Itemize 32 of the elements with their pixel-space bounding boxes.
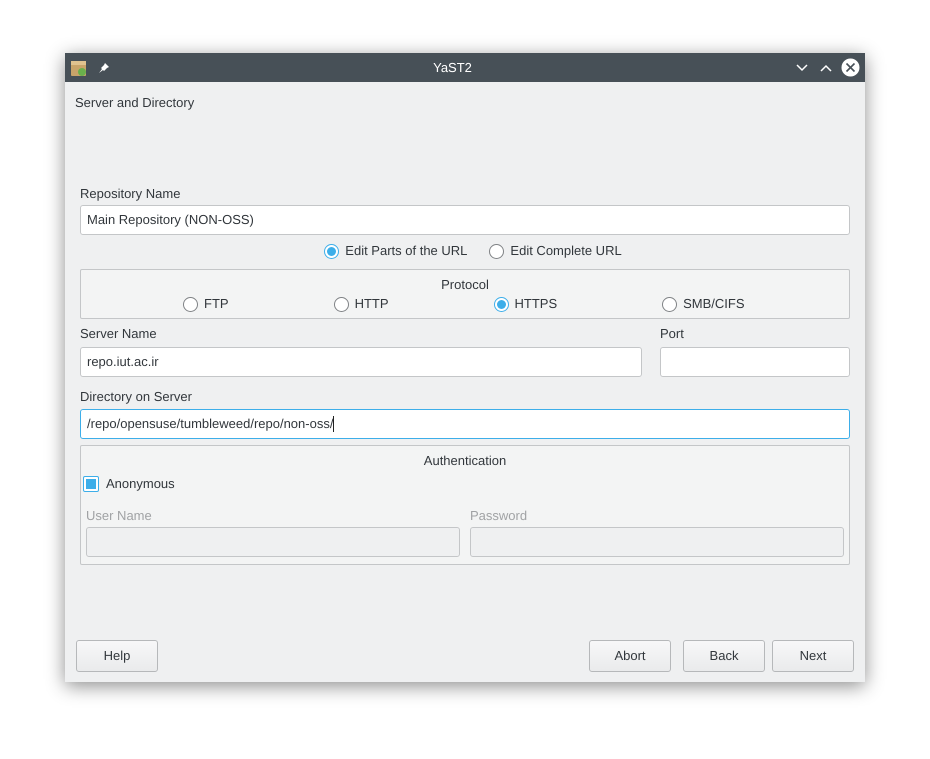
field-label: User Name [86,506,153,524]
input-field[interactable] [660,347,850,377]
input-field[interactable] [86,526,460,556]
radio-option[interactable]: HTTPS [494,294,558,314]
radio-option[interactable]: HTTP [334,294,389,314]
field-label: Directory on Server [80,388,193,406]
dialog-button[interactable]: Back [683,640,765,672]
dialog-button[interactable]: Next [772,640,854,672]
close-icon[interactable] [841,58,860,77]
radio-option[interactable]: Edit Parts of the URL [324,241,468,261]
dialog-button[interactable]: Help [76,640,158,672]
group-title: Authentication [424,452,506,469]
maximize-icon[interactable] [819,62,833,72]
anonymous-checkbox[interactable]: Anonymous [83,474,844,494]
page-heading: Server and Directory [75,94,196,111]
group-title: Protocol [441,276,489,293]
field-label: Repository Name [80,185,182,202]
minimize-icon[interactable] [795,62,809,72]
input-field[interactable]: Main Repository (NON-OSS) [80,205,850,235]
radio-option[interactable]: FTP [183,294,229,314]
field-label: Port [660,325,685,343]
radio-option[interactable]: SMB/CIFS [662,294,745,314]
radio-option[interactable]: Edit Complete URL [489,241,622,261]
dialog-button[interactable]: Abort [589,640,671,672]
field-label: Password [470,506,528,524]
input-field[interactable]: /repo/opensuse/tumbleweed/repo/non-oss/ [80,409,850,439]
pin-icon[interactable] [98,62,110,74]
field-label: Server Name [80,325,158,343]
input-field[interactable] [470,526,844,556]
input-field[interactable]: repo.iut.ac.ir [80,347,642,377]
window-title: YaST2 [432,58,473,77]
package-icon [70,58,88,76]
